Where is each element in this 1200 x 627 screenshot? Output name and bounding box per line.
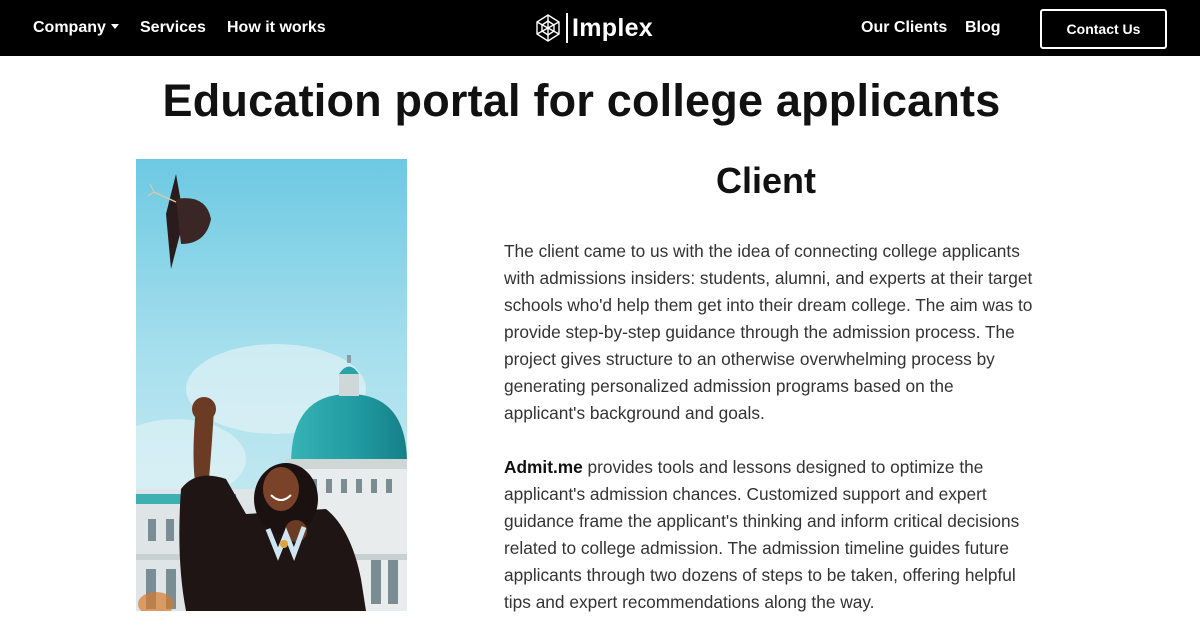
client-description-paragraph: The client came to us with the idea of c…: [504, 241, 1033, 423]
implex-logo-icon: [536, 14, 560, 42]
nav-how-it-works-link[interactable]: How it works: [227, 0, 326, 56]
admitme-description-paragraph: Admit.me provides tools and lessons desi…: [504, 454, 1034, 616]
contact-us-button[interactable]: Contact Us: [1040, 9, 1167, 49]
top-navigation: Company Services How it works Implex Our…: [0, 0, 1200, 56]
nav-our-clients-link[interactable]: Our Clients: [861, 0, 947, 56]
logo-divider: [566, 13, 568, 43]
nav-blog-link[interactable]: Blog: [965, 0, 1001, 56]
graduation-photo: [136, 159, 407, 611]
admitme-description-text: provides tools and lessons designed to o…: [504, 457, 1020, 612]
nav-company-menu[interactable]: Company: [33, 0, 119, 56]
client-section-title: Client: [715, 160, 816, 201]
chevron-down-icon: [110, 24, 119, 30]
nav-company-label: Company: [33, 19, 106, 36]
page-title: Education portal for college applicants: [162, 75, 1001, 126]
admitme-brand-name: Admit.me: [504, 457, 583, 477]
nav-services-link[interactable]: Services: [140, 0, 206, 56]
site-logo[interactable]: Implex: [534, 10, 653, 46]
logo-text: Implex: [572, 13, 653, 42]
